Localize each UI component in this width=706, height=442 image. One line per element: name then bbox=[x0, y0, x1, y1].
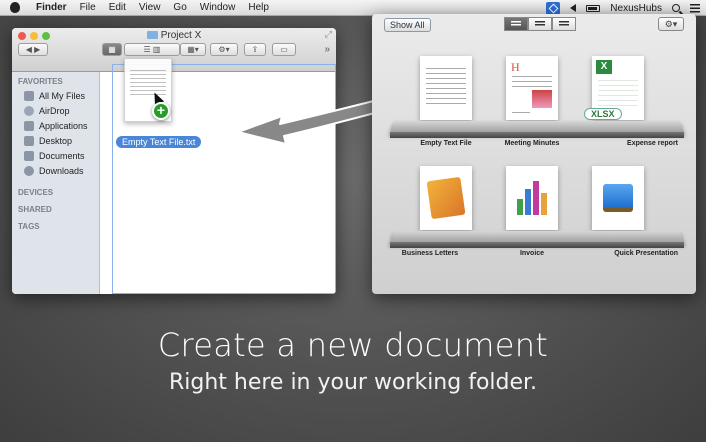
numbers-app-icon bbox=[517, 181, 547, 215]
view-segmented-control[interactable] bbox=[504, 17, 576, 31]
template-label: Business Letters bbox=[401, 250, 459, 257]
photo-thumbnail-icon bbox=[532, 90, 552, 108]
template-label: Meeting Minutes bbox=[504, 140, 560, 147]
subheadline: Right here in your working folder. bbox=[168, 370, 538, 395]
keynote-app-icon bbox=[603, 184, 633, 212]
headline: Create a new document bbox=[157, 326, 549, 364]
settings-gear-button[interactable]: ⚙▾ bbox=[658, 17, 684, 31]
pages-app-icon bbox=[426, 176, 466, 220]
template-meeting-minutes[interactable]: H bbox=[506, 56, 558, 120]
list-view-button[interactable] bbox=[528, 17, 552, 31]
template-business-letters[interactable] bbox=[420, 166, 472, 230]
shelf-view-button[interactable] bbox=[504, 17, 528, 31]
template-empty-text-file[interactable] bbox=[420, 56, 472, 120]
template-quick-presentation[interactable] bbox=[592, 166, 644, 230]
template-label: Quick Presentation bbox=[614, 250, 678, 257]
template-label: Expense report bbox=[627, 140, 678, 147]
template-chooser-window: Show All ⚙▾ H X XLSX Empty Text File Mee… bbox=[372, 14, 696, 294]
xlsx-badge: XLSX bbox=[584, 108, 622, 120]
spreadsheet-icon: X bbox=[596, 60, 612, 74]
compact-view-button[interactable] bbox=[552, 17, 576, 31]
template-label: Empty Text File bbox=[420, 140, 472, 147]
template-label: Invoice bbox=[519, 250, 545, 257]
heading-glyph-icon: H bbox=[511, 60, 520, 74]
template-invoice[interactable] bbox=[506, 166, 558, 230]
show-all-button[interactable]: Show All bbox=[384, 18, 431, 32]
